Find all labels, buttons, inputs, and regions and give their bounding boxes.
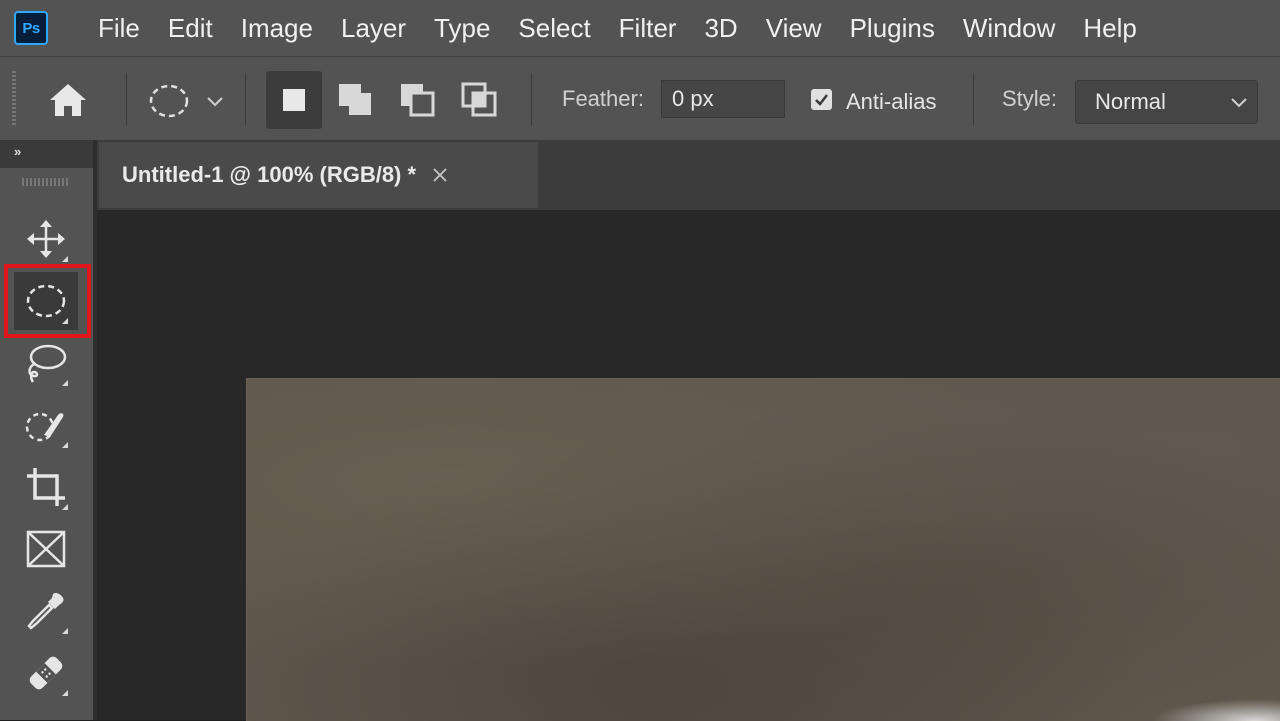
style-label: Style: (1002, 86, 1058, 111)
eyedropper-tool[interactable] (14, 582, 78, 640)
menu-type[interactable]: Type (420, 0, 504, 56)
menu-plugins[interactable]: Plugins (836, 0, 949, 56)
intersect-with-selection-icon (461, 82, 497, 117)
tool-preset-picker[interactable] (138, 77, 234, 125)
marquee-tool-highlight (4, 264, 91, 338)
menu-file[interactable]: File (84, 0, 154, 56)
quick-selection-tool[interactable] (14, 396, 78, 454)
style-dropdown[interactable]: Normal (1075, 80, 1258, 124)
document-tab-bar: Untitled-1 @ 100% (RGB/8) * (97, 140, 1280, 210)
crop-icon (27, 468, 65, 506)
collapse-panel-button[interactable]: » (0, 140, 93, 168)
chevron-down-icon (207, 97, 223, 107)
home-icon (50, 84, 86, 116)
options-bar: Feather: 0 px Anti-alias Style: Normal (0, 56, 1280, 140)
elliptical-marquee-icon (149, 84, 189, 118)
bandage-icon (29, 656, 63, 690)
lasso-icon (28, 344, 67, 383)
healing-brush-tool[interactable] (14, 644, 78, 702)
move-tool[interactable] (14, 210, 78, 268)
checkmark-icon (815, 94, 828, 106)
add-to-selection-icon (339, 84, 371, 115)
frame-tool[interactable] (14, 520, 78, 578)
photoshop-logo[interactable]: Ps (14, 11, 48, 45)
subtract-from-selection-icon (401, 84, 435, 117)
menu-filter[interactable]: Filter (605, 0, 691, 56)
move-icon (27, 220, 65, 258)
frame-icon (26, 530, 66, 568)
menu-image[interactable]: Image (227, 0, 327, 56)
eyedropper-icon (27, 592, 64, 630)
menu-layer[interactable]: Layer (327, 0, 420, 56)
anti-alias-label: Anti-alias (846, 89, 937, 114)
intersect-with-selection-button[interactable] (452, 71, 508, 129)
menu-help[interactable]: Help (1069, 0, 1150, 56)
options-bar-grip[interactable] (12, 71, 16, 127)
tools-panel: » (0, 140, 93, 720)
new-selection-icon (283, 89, 305, 111)
feather-input[interactable]: 0 px (661, 80, 785, 118)
feather-label: Feather: (562, 86, 644, 111)
canvas-workspace[interactable] (97, 210, 1280, 721)
home-button[interactable] (40, 75, 96, 125)
image-detail (1151, 699, 1280, 721)
lasso-tool[interactable] (14, 334, 78, 392)
quick-selection-icon (25, 412, 64, 442)
style-value: Normal (1095, 89, 1166, 114)
document-canvas-image[interactable] (246, 378, 1280, 721)
tools-panel-grip[interactable] (22, 178, 70, 186)
close-tab-button[interactable] (432, 167, 448, 183)
menu-bar: Ps File Edit Image Layer Type Select Fil… (0, 0, 1280, 56)
new-selection-button[interactable] (266, 71, 322, 129)
document-tab[interactable]: Untitled-1 @ 100% (RGB/8) * (99, 142, 538, 208)
close-icon (433, 168, 447, 182)
document-tab-title: Untitled-1 @ 100% (RGB/8) * (122, 162, 417, 187)
menu-3d[interactable]: 3D (690, 0, 751, 56)
add-to-selection-button[interactable] (328, 71, 384, 129)
menu-window[interactable]: Window (949, 0, 1069, 56)
chevron-down-icon (1231, 98, 1247, 108)
crop-tool[interactable] (14, 458, 78, 516)
menu-edit[interactable]: Edit (154, 0, 227, 56)
menu-view[interactable]: View (752, 0, 836, 56)
subtract-from-selection-button[interactable] (390, 71, 446, 129)
menu-select[interactable]: Select (504, 0, 604, 56)
anti-alias-checkbox[interactable] (811, 89, 832, 110)
